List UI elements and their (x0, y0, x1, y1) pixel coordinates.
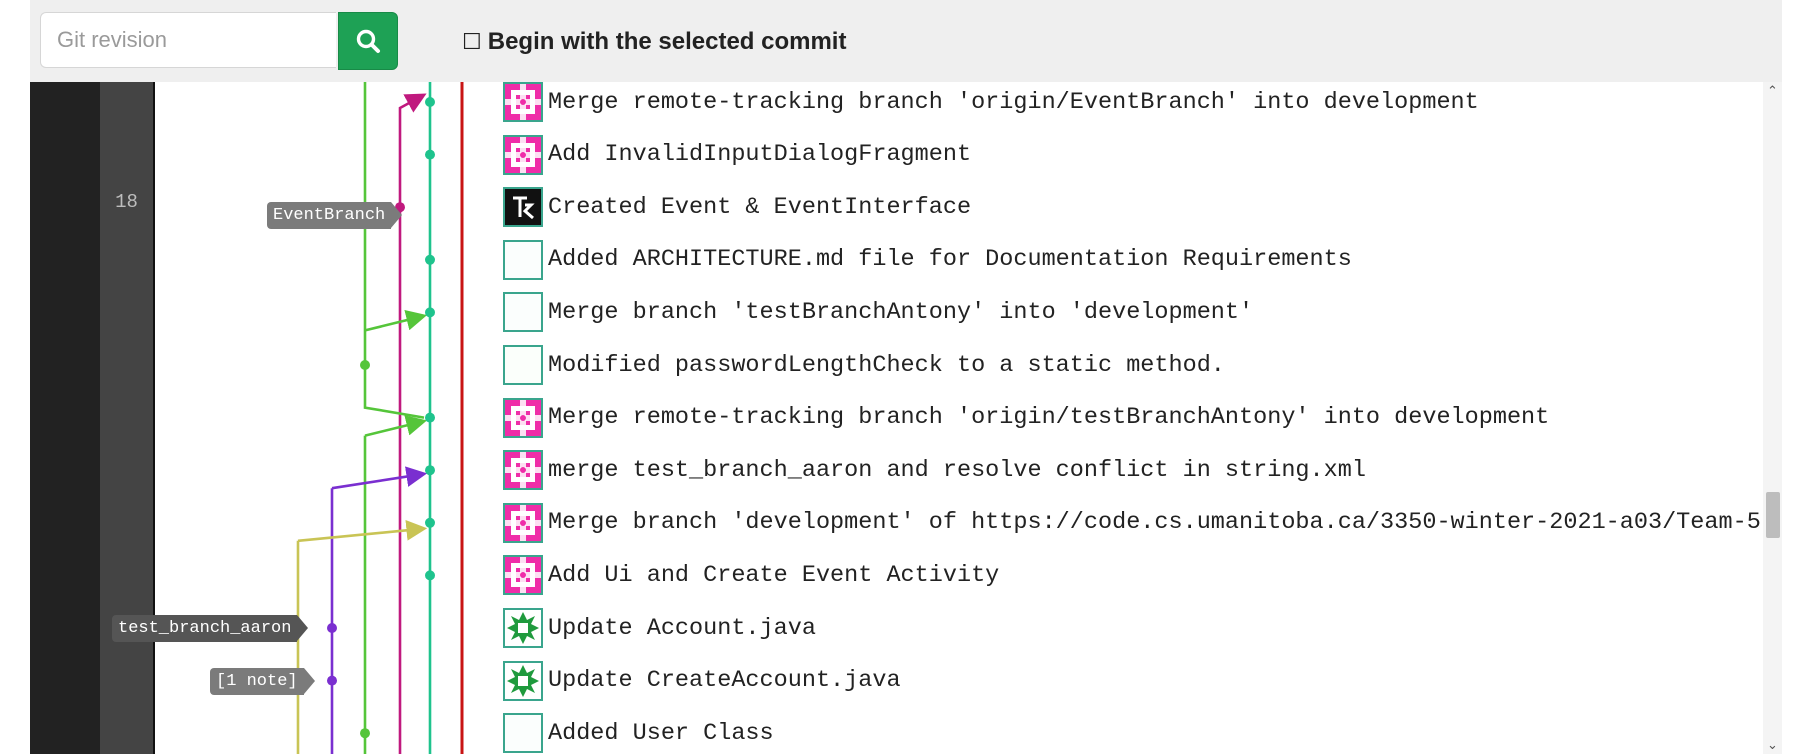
commit-row[interactable]: Add Ui and Create Event Activity (503, 555, 1782, 596)
commit-row[interactable]: Added User Class (503, 713, 1782, 754)
search-icon (356, 29, 380, 53)
merge-arrow-test-branch-antony (364, 310, 428, 332)
ref-tag-label: EventBranch (273, 206, 386, 225)
merge-arrow-test-branch-aaron (331, 466, 428, 490)
note-tag-label: [1 note] (216, 672, 298, 691)
merge-arrow-olive (297, 519, 428, 543)
commit-dot (425, 254, 435, 265)
merge-arrow-event-branch (398, 93, 427, 116)
commit-dot-green (360, 360, 370, 370)
commit-dot (425, 97, 435, 107)
commit-row[interactable]: Update CreateAccount.java (503, 660, 1782, 701)
commit-dot-test-branch-aaron (327, 623, 337, 633)
commit-dot (425, 465, 435, 476)
author-avatar (503, 239, 543, 280)
commit-row[interactable]: Update Account.java (503, 608, 1782, 648)
note-tag[interactable]: [1 note] (210, 668, 315, 695)
author-avatar (503, 502, 543, 543)
vertical-scrollbar[interactable]: ⌃ ⌄ (1763, 82, 1782, 754)
author-avatar (503, 555, 543, 596)
commit-dot (425, 412, 435, 423)
commit-row[interactable]: Merge branch 'development' of https://co… (503, 502, 1782, 543)
author-avatar (503, 397, 543, 438)
commit-row[interactable]: Added ARCHITECTURE.md file for Documenta… (503, 239, 1782, 280)
scrollbar-thumb[interactable] (1766, 492, 1780, 538)
commit-message: Add Ui and Create Event Activity (548, 561, 1000, 589)
commit-graph (296, 82, 464, 754)
commit-row[interactable]: Modified passwordLengthCheck to a static… (503, 345, 1782, 385)
commit-message: Merge branch 'testBranchAntony' into 'de… (548, 298, 1254, 326)
author-avatar (503, 82, 543, 122)
commit-dot-green-lower (360, 728, 370, 739)
commit-log: 18 EventBranch test_branch_aaron [1 note… (30, 82, 1782, 754)
ref-tag-test-branch-aaron[interactable]: test_branch_aaron (112, 615, 309, 642)
begin-with-selected-commit-label: Begin with the selected commit (487, 28, 847, 55)
commit-dot-note (327, 675, 337, 686)
checkbox-box[interactable]: ☐ (462, 29, 482, 55)
commit-message: Added User Class (548, 719, 774, 747)
commit-dot (425, 149, 435, 160)
commit-message: Created Event & EventInterface (548, 193, 972, 221)
commit-message: Update CreateAccount.java (548, 667, 901, 695)
commit-message: Merge branch 'development' of https://co… (548, 509, 1782, 537)
author-avatar (503, 713, 543, 754)
commit-message: Update Account.java (548, 614, 816, 642)
branch-line-test-branch-antony (363, 82, 425, 419)
scroll-down-arrow-icon[interactable]: ⌄ (1763, 736, 1782, 754)
author-avatar (503, 660, 543, 701)
commit-message: Added ARCHITECTURE.md file for Documenta… (548, 246, 1352, 274)
git-revision-input[interactable] (40, 12, 336, 68)
merge-arrow-green (364, 415, 428, 437)
ref-tag-label: test_branch_aaron (118, 619, 292, 638)
author-avatar (503, 134, 543, 175)
author-avatar (503, 608, 543, 648)
app-root: ☐ Begin with the selected commit 18 Even… (0, 0, 1805, 754)
commit-message: Merge remote-tracking branch 'origin/Eve… (548, 88, 1479, 116)
author-avatar (503, 292, 543, 333)
search-button[interactable] (338, 12, 398, 70)
author-avatar (503, 187, 543, 228)
commit-message: Modified passwordLengthCheck to a static… (548, 351, 1225, 379)
commit-dot (425, 570, 435, 581)
commit-row[interactable]: Merge branch 'testBranchAntony' into 'de… (503, 292, 1782, 333)
commit-row[interactable]: Created Event & EventInterface (503, 187, 1782, 228)
author-avatar (503, 345, 543, 385)
commit-row[interactable]: Add InvalidInputDialogFragment (503, 134, 1782, 175)
scroll-up-arrow-icon[interactable]: ⌃ (1763, 82, 1782, 100)
commit-message: Merge remote-tracking branch 'origin/tes… (548, 404, 1550, 432)
author-avatar (503, 450, 543, 491)
commit-row[interactable]: Merge remote-tracking branch 'origin/Eve… (503, 82, 1782, 122)
commit-row[interactable]: merge test_branch_aaron and resolve conf… (503, 450, 1782, 491)
commit-message: merge test_branch_aaron and resolve conf… (548, 456, 1366, 484)
ref-tag-event-branch[interactable]: EventBranch (267, 202, 403, 229)
commit-dot (425, 517, 435, 528)
commit-row[interactable]: Merge remote-tracking branch 'origin/tes… (503, 397, 1782, 438)
commit-message: Add InvalidInputDialogFragment (548, 141, 972, 169)
commit-dot (425, 307, 435, 318)
toolbar: ☐ Begin with the selected commit (30, 0, 1782, 83)
begin-with-selected-commit-checkbox[interactable]: ☐ Begin with the selected commit (462, 22, 846, 62)
